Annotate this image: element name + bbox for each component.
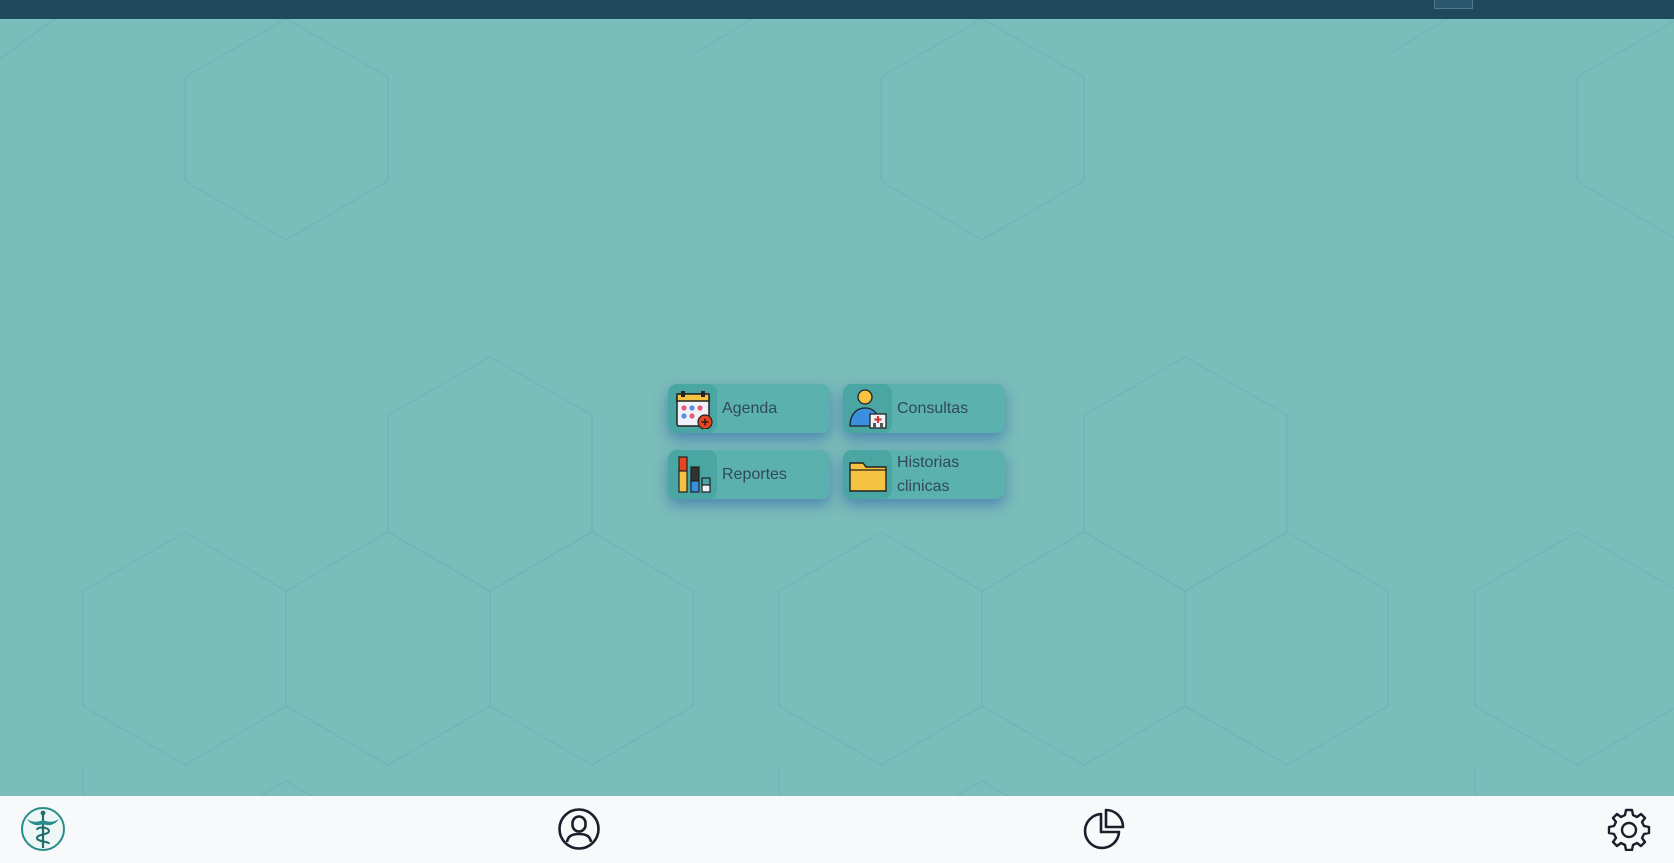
folder-icon	[843, 450, 892, 499]
menu-tile-label: Reportes	[722, 465, 787, 483]
gear-icon[interactable]	[1606, 806, 1652, 852]
menu-tile-consultas[interactable]: Consultas	[843, 384, 1005, 433]
menu-tile-label: Consultas	[897, 399, 969, 417]
top-bar-tab-button[interactable]	[1434, 0, 1473, 9]
menu-tile-historias-clinicas[interactable]: Historias clinicas	[843, 450, 1005, 499]
bottom-navigation-bar	[0, 796, 1674, 863]
menu-tile-reportes[interactable]: Reportes	[668, 450, 830, 499]
caduceus-logo-icon[interactable]	[20, 806, 66, 852]
top-bar	[0, 0, 1674, 19]
pie-chart-icon[interactable]	[1081, 806, 1127, 852]
patient-hospital-icon	[843, 384, 892, 433]
menu-tile-label: Historias clinicas	[897, 453, 960, 495]
calendar-add-icon	[668, 384, 717, 433]
menu-tile-label: Agenda	[722, 399, 778, 417]
main-menu: Agenda Consultas Reportes Historias clin…	[668, 384, 1008, 502]
bar-chart-icon	[668, 450, 717, 499]
user-circle-icon[interactable]	[556, 806, 602, 852]
menu-tile-agenda[interactable]: Agenda	[668, 384, 830, 433]
